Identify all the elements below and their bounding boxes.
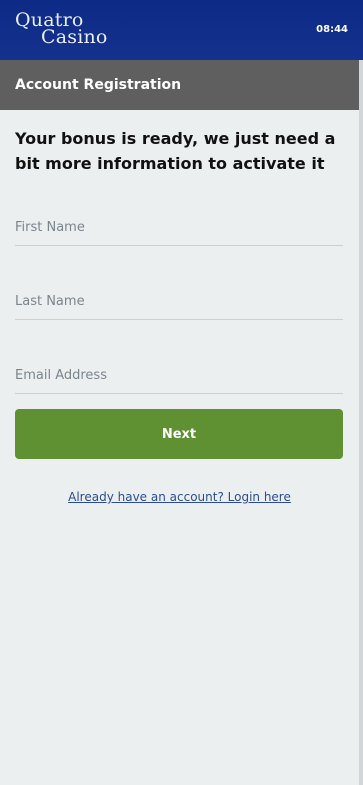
logo-line-2: Casino: [41, 26, 108, 48]
quatro-casino-logo[interactable]: Quatro Casino: [15, 11, 108, 47]
login-link[interactable]: Already have an account? Login here: [0, 490, 359, 504]
top-bar: Quatro Casino 08:44: [0, 0, 363, 60]
last-name-input[interactable]: [15, 294, 343, 309]
scrollbar[interactable]: [359, 60, 363, 785]
page-title: Account Registration: [15, 77, 182, 93]
last-name-field: [15, 268, 343, 320]
email-field: [15, 342, 343, 394]
first-name-field: [15, 194, 343, 246]
status-time: 08:44: [316, 24, 348, 35]
intro-text: Your bonus is ready, we just need a bit …: [15, 129, 336, 173]
first-name-input[interactable]: [15, 220, 343, 235]
next-button[interactable]: Next: [15, 409, 343, 459]
registration-screen: Quatro Casino 08:44 Account Registration…: [0, 0, 363, 785]
email-input[interactable]: [15, 368, 343, 383]
section-header: Account Registration: [0, 60, 359, 110]
